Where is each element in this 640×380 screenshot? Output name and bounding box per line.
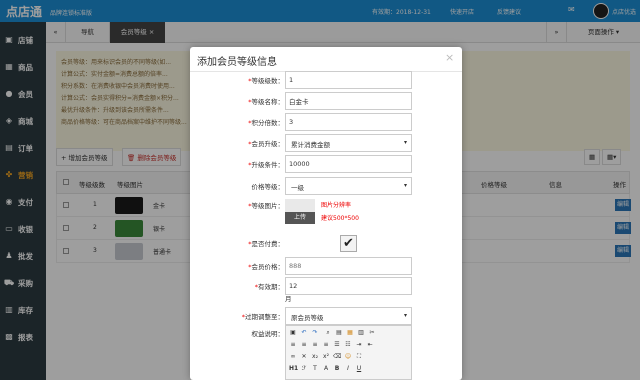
- outdent-icon[interactable]: ⇤: [366, 341, 374, 349]
- ordered-list-icon[interactable]: ☷: [344, 341, 352, 349]
- font-color-icon[interactable]: A: [322, 365, 330, 373]
- upload-hint-size: 建议500*500: [321, 215, 359, 222]
- print-icon[interactable]: ▤: [335, 329, 343, 337]
- level-num-input[interactable]: [285, 71, 412, 89]
- expiry-adjust-label: *过期调整至：: [241, 313, 284, 321]
- upgrade-mode-select[interactable]: 累计消费金额 ▾: [285, 134, 412, 152]
- fullscreen-icon[interactable]: ⛶: [355, 353, 363, 361]
- dialog-close-icon[interactable]: ×: [445, 51, 454, 64]
- redo-icon[interactable]: ↷: [311, 329, 319, 337]
- level-name-input[interactable]: [285, 92, 412, 110]
- upgrade-condition-label: *升级条件：: [248, 161, 284, 169]
- list-icon[interactable]: ☰: [333, 341, 341, 349]
- undo-icon[interactable]: ↶: [300, 329, 308, 337]
- paste-icon[interactable]: ▦: [346, 329, 354, 337]
- validity-label: *有效期：: [254, 283, 284, 291]
- member-price-label: *会员价格：: [248, 263, 284, 271]
- align-right-icon[interactable]: ≡: [311, 341, 319, 349]
- points-multiplier-label: *积分倍数：: [248, 119, 284, 127]
- rich-text-editor[interactable]: ▣ ↶ ↷ ⌕ ▤ ▦ ▥ ✂ ≡ ≡ ≡ ≡ ☰ ☷ ⇥ ⇤ ∞ ✕ x₂ x…: [285, 325, 412, 380]
- font-size-icon[interactable]: T: [311, 365, 319, 373]
- superscript-icon[interactable]: x²: [322, 353, 330, 361]
- upgrade-mode-label: *会员升级：: [248, 140, 284, 148]
- price-level-label: 价格等级：: [251, 183, 285, 191]
- upload-hint-resolution: 图片分辨率: [321, 202, 352, 209]
- find-icon[interactable]: ⌕: [324, 329, 332, 337]
- link-icon[interactable]: ∞: [289, 353, 297, 361]
- points-multiplier-input[interactable]: [285, 113, 412, 131]
- is-paid-label: *是否付费：: [248, 240, 284, 248]
- upgrade-condition-input[interactable]: [285, 155, 412, 173]
- price-level-select[interactable]: 一级 ▾: [285, 177, 412, 195]
- emoticon-icon[interactable]: ☺: [344, 353, 352, 361]
- justify-icon[interactable]: ≡: [322, 341, 330, 349]
- dropdown-arrow-icon: ▾: [403, 182, 407, 189]
- member-price-input[interactable]: [285, 257, 412, 275]
- subscript-icon[interactable]: x₂: [311, 353, 319, 361]
- benefits-label: 权益说明：: [251, 330, 285, 338]
- dropdown-arrow-icon: ▾: [403, 312, 407, 319]
- level-image-label: *等级图片：: [248, 202, 284, 210]
- dropdown-arrow-icon: ▾: [403, 139, 407, 146]
- unlink-icon[interactable]: ✕: [300, 353, 308, 361]
- heading-icon[interactable]: H1: [289, 365, 298, 373]
- italic-icon[interactable]: I: [344, 365, 352, 373]
- underline-icon[interactable]: U: [355, 365, 363, 373]
- validity-unit: 月: [285, 295, 292, 303]
- copy-icon[interactable]: ▥: [357, 329, 365, 337]
- font-family-icon[interactable]: ℱ: [300, 365, 308, 373]
- dialog-title: 添加会员等级信息: [197, 57, 277, 68]
- validity-input[interactable]: [285, 277, 412, 295]
- level-name-label: *等级名称：: [248, 98, 284, 106]
- expiry-adjust-select[interactable]: 原会员等级 ▾: [285, 307, 412, 325]
- upload-button[interactable]: 上传: [285, 212, 315, 224]
- align-left-icon[interactable]: ≡: [289, 341, 297, 349]
- cut-icon[interactable]: ✂: [368, 329, 376, 337]
- bold-icon[interactable]: B: [333, 365, 341, 373]
- is-paid-checkbox[interactable]: ✔: [340, 235, 357, 252]
- level-num-label: *等级级数：: [248, 77, 284, 85]
- source-icon[interactable]: ▣: [289, 329, 297, 337]
- align-center-icon[interactable]: ≡: [300, 341, 308, 349]
- clear-format-icon[interactable]: ⌫: [333, 353, 341, 361]
- indent-icon[interactable]: ⇥: [355, 341, 363, 349]
- add-member-level-dialog: 添加会员等级信息 × *等级级数： *等级名称： *积分倍数： *会员升级： 累…: [190, 47, 462, 380]
